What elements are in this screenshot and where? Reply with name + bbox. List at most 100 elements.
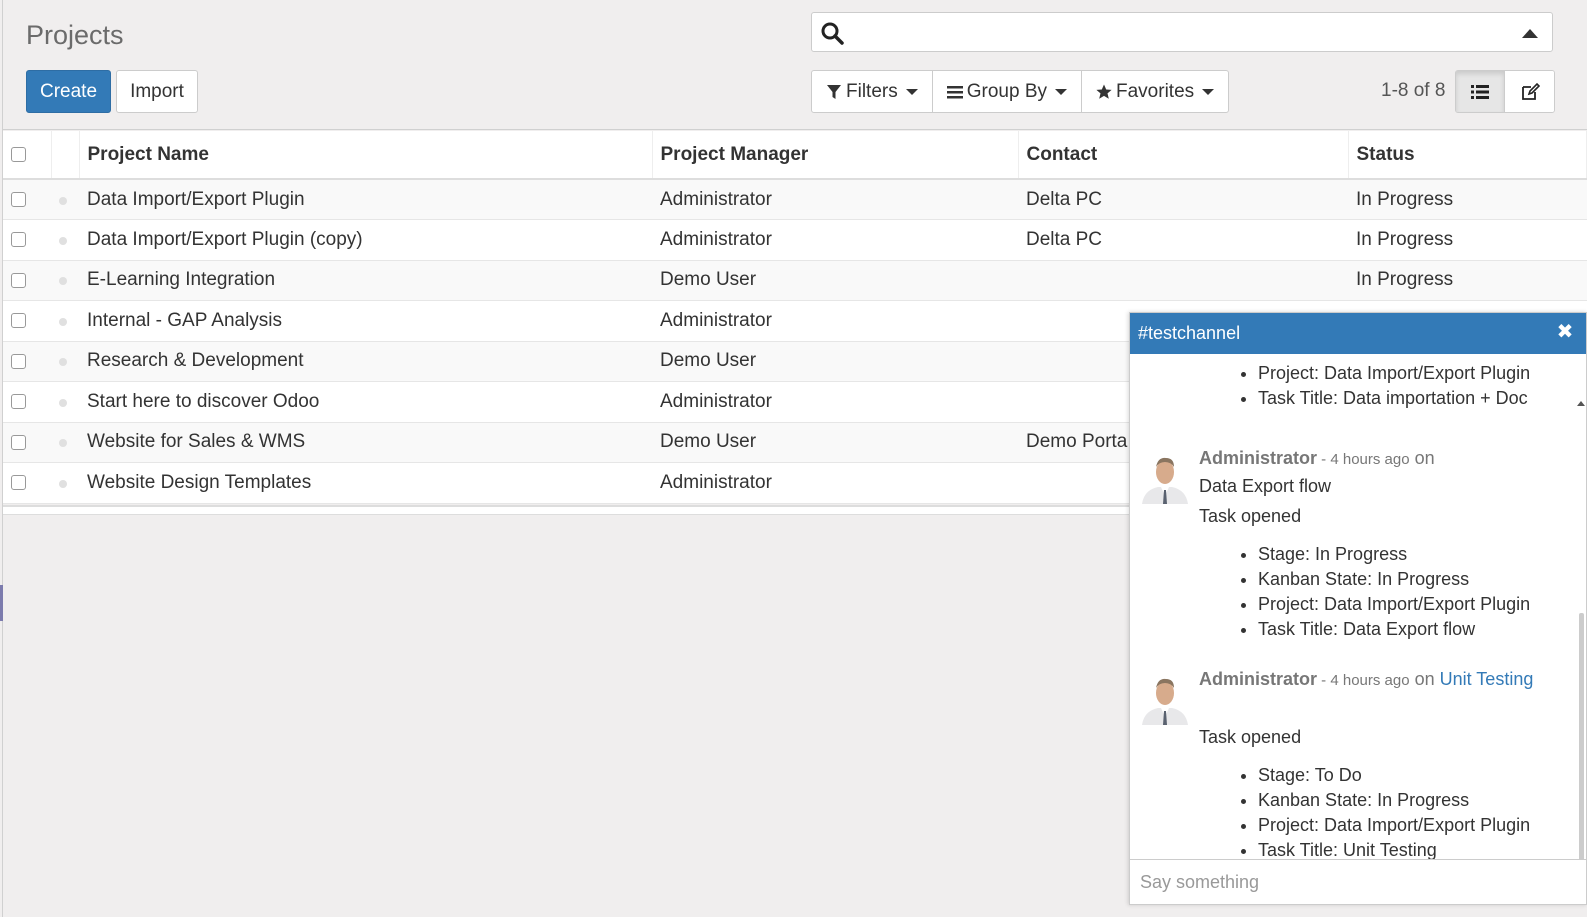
chat-window: #testchannel ✖ Project: Data Import/Expo…	[1129, 312, 1587, 905]
row-handle-cell	[51, 179, 79, 220]
row-handle-icon	[59, 358, 67, 367]
favorites-button[interactable]: Favorites	[1082, 71, 1228, 112]
list-icon	[1471, 84, 1489, 99]
table-header-row: Project Name Project Manager Contact Sta…	[3, 131, 1587, 180]
filters-button[interactable]: Filters	[812, 71, 933, 112]
table-row[interactable]: E-Learning Integration Demo User In Progre…	[3, 260, 1587, 301]
row-checkbox[interactable]	[11, 313, 26, 329]
row-select-cell	[3, 219, 51, 261]
message-changes: Stage: To Do Kanban State: In Progress P…	[1130, 763, 1530, 859]
column-header-project-manager[interactable]: Project Manager	[652, 131, 1019, 180]
row-select-cell	[3, 179, 51, 220]
view-switcher	[1455, 70, 1555, 113]
message-on: on	[1409, 448, 1435, 468]
row-checkbox[interactable]	[11, 272, 26, 288]
message-header: Administrator - 4 hours ago on Unit Test…	[1199, 669, 1533, 690]
row-checkbox[interactable]	[11, 353, 26, 369]
table-row[interactable]: Data Import/Export Plugin Administrator De…	[3, 179, 1587, 220]
row-checkbox[interactable]	[11, 394, 26, 410]
cell-project-manager: Administrator	[652, 219, 1018, 261]
caret-down-icon	[1202, 88, 1215, 95]
cell-project-name: Website for Sales & WMS	[79, 422, 652, 463]
message-on: on	[1409, 669, 1435, 689]
message-list-top: Project: Data Import/Export Plugin Task …	[1130, 361, 1530, 411]
row-handle-cell	[51, 381, 79, 423]
cell-project-manager: Administrator	[652, 462, 1018, 504]
list-item: Task Title: Data Export flow	[1258, 617, 1530, 642]
row-select-cell	[3, 260, 51, 301]
column-header-project-name[interactable]: Project Name	[79, 131, 653, 180]
list-item: Project: Data Import/Export Plugin	[1258, 592, 1530, 617]
close-icon[interactable]: ✖	[1556, 322, 1574, 342]
star-icon	[1096, 84, 1112, 99]
row-select-cell	[3, 381, 51, 423]
cell-project-name: Data Import/Export Plugin (copy)	[79, 219, 652, 261]
cell-project-manager: Administrator	[652, 179, 1018, 220]
message-record-link[interactable]: Data Export flow	[1199, 476, 1331, 497]
list-item: Stage: In Progress	[1258, 542, 1530, 567]
row-select-cell	[3, 462, 51, 504]
row-handle-icon	[59, 317, 67, 326]
filters-label: Filters	[846, 80, 898, 102]
list-item: Task Title: Unit Testing	[1258, 838, 1530, 859]
handle-header	[51, 131, 80, 180]
cell-project-manager: Administrator	[652, 381, 1018, 423]
create-button[interactable]: Create	[26, 70, 111, 113]
row-handle-cell	[51, 219, 79, 261]
list-item: Kanban State: In Progress	[1258, 788, 1530, 813]
groupby-button[interactable]: Group By	[933, 71, 1082, 112]
scroll-up-icon[interactable]	[1577, 401, 1585, 406]
select-all-cell	[3, 131, 52, 180]
form-view-button[interactable]	[1505, 71, 1554, 112]
message-author[interactable]: Administrator	[1199, 448, 1317, 468]
search-box[interactable]	[811, 12, 1553, 52]
pager-value[interactable]: 1-8 of 8	[1381, 80, 1445, 102]
row-checkbox[interactable]	[11, 191, 26, 207]
list-item: Project: Data Import/Export Plugin	[1258, 361, 1530, 386]
chat-message-input[interactable]	[1130, 860, 1586, 904]
search-options-toggle-icon[interactable]	[1522, 29, 1538, 38]
column-header-status[interactable]: Status	[1348, 131, 1587, 180]
scroll-thumb[interactable]	[1579, 613, 1584, 859]
table-row[interactable]: Data Import/Export Plugin (copy) Administ…	[3, 219, 1587, 261]
chat-header[interactable]: #testchannel ✖	[1130, 313, 1586, 354]
row-handle-cell	[51, 260, 79, 301]
cell-status: In Progress	[1348, 219, 1587, 261]
row-handle-cell	[51, 341, 79, 382]
import-button[interactable]: Import	[116, 70, 198, 113]
control-panel: Projects Create Import Filters Group By …	[3, 0, 1587, 130]
search-icon	[821, 22, 844, 45]
message-record-link[interactable]: Unit Testing	[1440, 669, 1534, 689]
favorites-label: Favorites	[1116, 80, 1195, 102]
search-input[interactable]	[854, 17, 1494, 47]
row-handle-cell	[51, 422, 79, 463]
message-body: Task opened	[1199, 506, 1302, 526]
list-item: Task Title: Data importation + Doc	[1258, 386, 1530, 411]
message-time: - 4 hours ago	[1317, 672, 1410, 689]
row-handle-icon	[59, 277, 67, 286]
row-checkbox[interactable]	[11, 232, 26, 248]
left-accent-bar	[0, 585, 3, 621]
select-all-checkbox[interactable]	[11, 146, 26, 162]
row-checkbox[interactable]	[11, 475, 26, 491]
list-view-button[interactable]	[1456, 71, 1505, 112]
caret-down-icon	[1055, 88, 1067, 95]
avatar	[1138, 450, 1192, 504]
row-checkbox[interactable]	[11, 434, 26, 450]
groupby-label: Group By	[966, 80, 1047, 102]
row-handle-cell	[51, 462, 79, 504]
row-handle-cell	[51, 300, 79, 342]
edit-icon	[1521, 82, 1540, 100]
search-options: Filters Group By Favorites	[811, 70, 1230, 113]
cell-status: In Progress	[1348, 260, 1587, 301]
chat-thread: Project: Data Import/Export Plugin Task …	[1130, 354, 1586, 859]
message-body: Task opened	[1199, 727, 1302, 747]
bars-icon	[946, 85, 963, 98]
chat-composer	[1130, 859, 1586, 904]
cell-contact: Delta PC	[1018, 179, 1348, 220]
cell-project-manager: Demo User	[652, 422, 1018, 463]
row-handle-icon	[59, 439, 67, 448]
message-author[interactable]: Administrator	[1199, 669, 1317, 689]
chat-scrollbar[interactable]	[1576, 398, 1586, 859]
column-header-contact[interactable]: Contact	[1018, 131, 1349, 180]
